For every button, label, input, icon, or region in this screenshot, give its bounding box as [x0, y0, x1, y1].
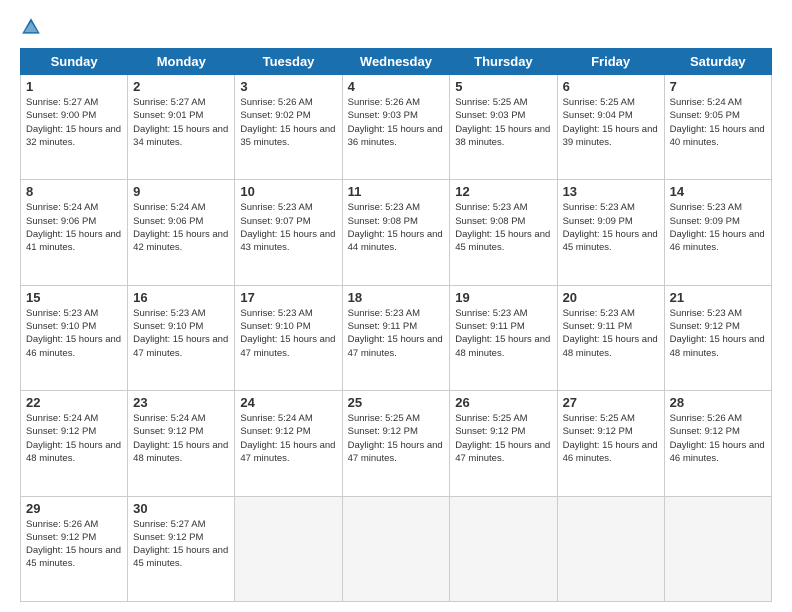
calendar-day: 20Sunrise: 5:23 AMSunset: 9:11 PMDayligh… [557, 285, 664, 390]
calendar-day: 29Sunrise: 5:26 AMSunset: 9:12 PMDayligh… [21, 496, 128, 601]
calendar-day: 9Sunrise: 5:24 AMSunset: 9:06 PMDaylight… [128, 180, 235, 285]
header-monday: Monday [128, 49, 235, 75]
header [20, 16, 772, 38]
calendar-day: 22Sunrise: 5:24 AMSunset: 9:12 PMDayligh… [21, 391, 128, 496]
calendar-day [342, 496, 450, 601]
calendar-day: 25Sunrise: 5:25 AMSunset: 9:12 PMDayligh… [342, 391, 450, 496]
calendar-day: 7Sunrise: 5:24 AMSunset: 9:05 PMDaylight… [664, 75, 771, 180]
calendar-day: 27Sunrise: 5:25 AMSunset: 9:12 PMDayligh… [557, 391, 664, 496]
calendar-day: 16Sunrise: 5:23 AMSunset: 9:10 PMDayligh… [128, 285, 235, 390]
calendar-day: 17Sunrise: 5:23 AMSunset: 9:10 PMDayligh… [235, 285, 342, 390]
calendar-day: 1Sunrise: 5:27 AMSunset: 9:00 PMDaylight… [21, 75, 128, 180]
calendar-row: 8Sunrise: 5:24 AMSunset: 9:06 PMDaylight… [21, 180, 772, 285]
calendar-day: 8Sunrise: 5:24 AMSunset: 9:06 PMDaylight… [21, 180, 128, 285]
logo-icon [20, 16, 42, 38]
calendar-day: 4Sunrise: 5:26 AMSunset: 9:03 PMDaylight… [342, 75, 450, 180]
header-tuesday: Tuesday [235, 49, 342, 75]
calendar-row: 1Sunrise: 5:27 AMSunset: 9:00 PMDaylight… [21, 75, 772, 180]
calendar-day [557, 496, 664, 601]
calendar-day: 2Sunrise: 5:27 AMSunset: 9:01 PMDaylight… [128, 75, 235, 180]
calendar-day: 3Sunrise: 5:26 AMSunset: 9:02 PMDaylight… [235, 75, 342, 180]
calendar-day: 15Sunrise: 5:23 AMSunset: 9:10 PMDayligh… [21, 285, 128, 390]
calendar-day: 30Sunrise: 5:27 AMSunset: 9:12 PMDayligh… [128, 496, 235, 601]
calendar-table: SundayMondayTuesdayWednesdayThursdayFrid… [20, 48, 772, 602]
header-saturday: Saturday [664, 49, 771, 75]
calendar-day: 18Sunrise: 5:23 AMSunset: 9:11 PMDayligh… [342, 285, 450, 390]
calendar-row: 29Sunrise: 5:26 AMSunset: 9:12 PMDayligh… [21, 496, 772, 601]
header-friday: Friday [557, 49, 664, 75]
header-wednesday: Wednesday [342, 49, 450, 75]
calendar-day: 11Sunrise: 5:23 AMSunset: 9:08 PMDayligh… [342, 180, 450, 285]
calendar-header-row: SundayMondayTuesdayWednesdayThursdayFrid… [21, 49, 772, 75]
calendar-day [235, 496, 342, 601]
calendar-day: 6Sunrise: 5:25 AMSunset: 9:04 PMDaylight… [557, 75, 664, 180]
calendar-row: 22Sunrise: 5:24 AMSunset: 9:12 PMDayligh… [21, 391, 772, 496]
calendar-day: 12Sunrise: 5:23 AMSunset: 9:08 PMDayligh… [450, 180, 557, 285]
logo [20, 16, 46, 38]
calendar-day: 5Sunrise: 5:25 AMSunset: 9:03 PMDaylight… [450, 75, 557, 180]
calendar-day: 14Sunrise: 5:23 AMSunset: 9:09 PMDayligh… [664, 180, 771, 285]
calendar-day: 28Sunrise: 5:26 AMSunset: 9:12 PMDayligh… [664, 391, 771, 496]
calendar-row: 15Sunrise: 5:23 AMSunset: 9:10 PMDayligh… [21, 285, 772, 390]
calendar-day: 13Sunrise: 5:23 AMSunset: 9:09 PMDayligh… [557, 180, 664, 285]
header-thursday: Thursday [450, 49, 557, 75]
calendar-day: 10Sunrise: 5:23 AMSunset: 9:07 PMDayligh… [235, 180, 342, 285]
calendar-day [664, 496, 771, 601]
calendar-day: 23Sunrise: 5:24 AMSunset: 9:12 PMDayligh… [128, 391, 235, 496]
calendar-day: 19Sunrise: 5:23 AMSunset: 9:11 PMDayligh… [450, 285, 557, 390]
calendar-day: 24Sunrise: 5:24 AMSunset: 9:12 PMDayligh… [235, 391, 342, 496]
header-sunday: Sunday [21, 49, 128, 75]
page: SundayMondayTuesdayWednesdayThursdayFrid… [0, 0, 792, 612]
calendar-day [450, 496, 557, 601]
calendar-day: 21Sunrise: 5:23 AMSunset: 9:12 PMDayligh… [664, 285, 771, 390]
calendar-day: 26Sunrise: 5:25 AMSunset: 9:12 PMDayligh… [450, 391, 557, 496]
